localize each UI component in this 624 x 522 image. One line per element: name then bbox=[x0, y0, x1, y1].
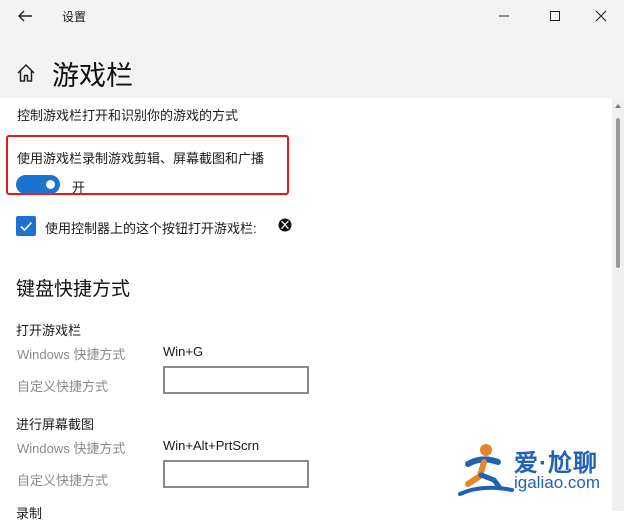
xbox-icon bbox=[278, 218, 292, 232]
shortcut-group-title: 进行屏幕截图 bbox=[16, 417, 95, 432]
scroll-up-arrow-icon[interactable] bbox=[615, 104, 621, 108]
custom-shortcut-label: 自定义快捷方式 bbox=[17, 379, 109, 394]
custom-shortcut-input[interactable] bbox=[163, 366, 309, 394]
keyboard-shortcuts-heading: 键盘快捷方式 bbox=[16, 279, 131, 300]
windows-shortcut-value: Win+Alt+PrtScrn bbox=[163, 438, 260, 453]
windows-shortcut-label: Windows 快捷方式 bbox=[17, 441, 126, 456]
checkmark-icon bbox=[20, 221, 33, 232]
shortcut-group-title-partial: 录制 bbox=[16, 506, 43, 521]
custom-shortcut-label: 自定义快捷方式 bbox=[17, 473, 109, 488]
record-toggle-switch[interactable] bbox=[16, 175, 60, 194]
record-setting-label: 使用游戏栏录制游戏剪辑、屏幕截图和广播 bbox=[17, 151, 265, 166]
watermark: 爱·尬聊 igaliao.com bbox=[456, 440, 624, 498]
controller-setting-label: 使用控制器上的这个按钮打开游戏栏: bbox=[45, 221, 257, 236]
maximize-icon[interactable] bbox=[544, 6, 566, 26]
section-description: 控制游戏栏打开和识别你的游戏的方式 bbox=[17, 108, 239, 123]
title-bar: 设置 bbox=[0, 0, 624, 34]
page-header: 游戏栏 bbox=[0, 34, 624, 98]
home-icon[interactable] bbox=[15, 62, 37, 84]
custom-shortcut-input[interactable] bbox=[163, 460, 309, 488]
minimize-icon[interactable] bbox=[493, 6, 515, 26]
scroll-thumb[interactable] bbox=[616, 118, 620, 268]
page-title: 游戏栏 bbox=[52, 61, 133, 91]
back-arrow-icon[interactable] bbox=[16, 7, 34, 25]
toggle-state-label: 开 bbox=[72, 180, 86, 195]
shortcut-group-title: 打开游戏栏 bbox=[16, 323, 82, 338]
controller-checkbox[interactable] bbox=[16, 216, 36, 236]
watermark-domain: igaliao.com bbox=[514, 473, 600, 492]
toggle-knob bbox=[46, 180, 55, 189]
watermark-logo-icon bbox=[458, 444, 514, 496]
window-title: 设置 bbox=[62, 10, 87, 24]
windows-shortcut-label: Windows 快捷方式 bbox=[17, 347, 126, 362]
windows-shortcut-value: Win+G bbox=[163, 344, 204, 359]
close-icon[interactable] bbox=[590, 6, 612, 26]
